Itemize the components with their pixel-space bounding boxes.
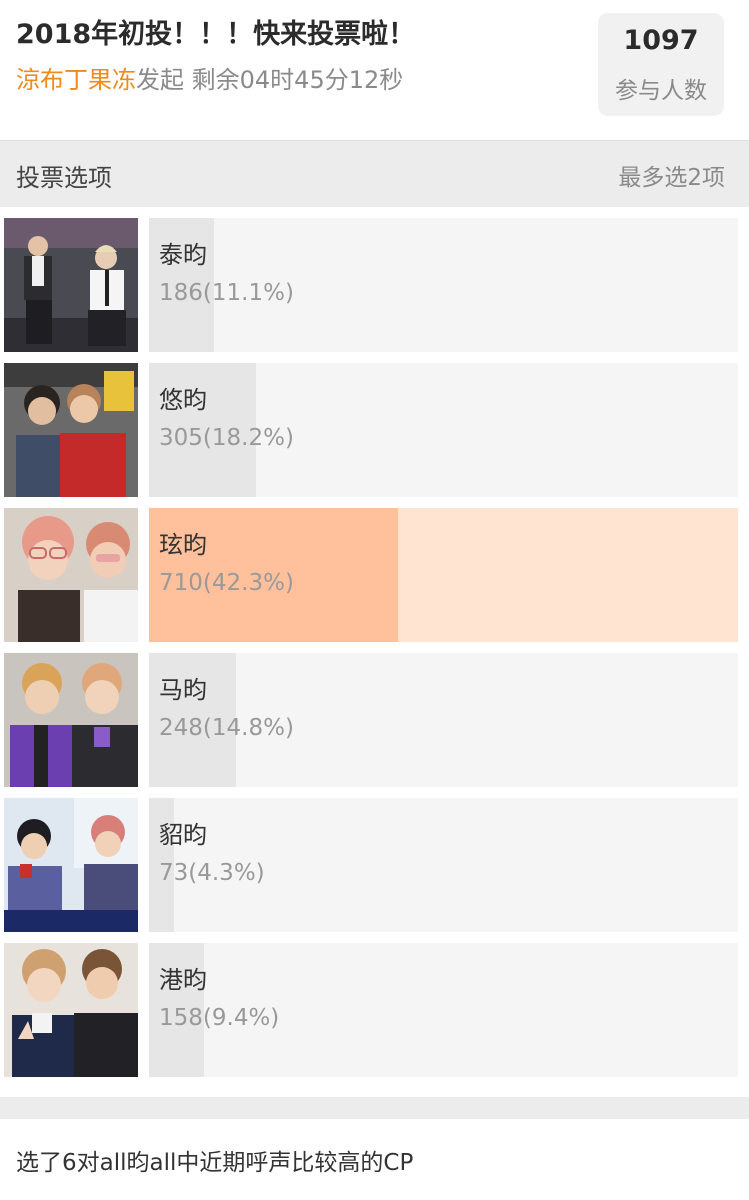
selection-limit: 最多选2项 xyxy=(618,165,725,191)
option-photo xyxy=(4,653,138,787)
option-photo xyxy=(4,363,138,497)
option-bar-track: 悠昀 305(18.2%) xyxy=(149,363,738,497)
option-bar-track: 马昀 248(14.8%) xyxy=(149,653,738,787)
poll-option[interactable]: 港昀 158(9.4%) xyxy=(0,932,749,1077)
option-votes: 248(14.8%) xyxy=(159,715,294,741)
option-bar-track: 港昀 158(9.4%) xyxy=(149,943,738,1077)
options-section-title: 投票选项 xyxy=(16,164,112,192)
option-label: 泰昀 xyxy=(159,241,207,269)
poll-header: 2018年初投！！！快来投票啦！ 涼布丁果冻发起 剩余04时45分12秒 109… xyxy=(0,0,749,141)
poll-option[interactable]: 悠昀 305(18.2%) xyxy=(0,352,749,497)
poll-description: 选了6对all昀all中近期呼声比较高的CP xyxy=(0,1119,749,1200)
option-label: 玹昀 xyxy=(159,531,207,559)
poll-title: 2018年初投！！！快来投票啦！ xyxy=(16,19,416,50)
option-label: 貂昀 xyxy=(159,821,207,849)
time-left: 剩余04时45分12秒 xyxy=(191,66,404,94)
option-votes: 305(18.2%) xyxy=(159,425,294,451)
option-photo xyxy=(4,943,138,1077)
participants-label: 参与人数 xyxy=(615,78,707,104)
option-label: 马昀 xyxy=(159,676,207,704)
option-photo xyxy=(4,798,138,932)
poll-page: 2018年初投！！！快来投票啦！ 涼布丁果冻发起 剩余04时45分12秒 109… xyxy=(0,0,749,1200)
option-bar-track: 貂昀 73(4.3%) xyxy=(149,798,738,932)
options-section-bar: 投票选项 最多选2项 xyxy=(0,141,749,207)
poll-option[interactable]: 玹昀 710(42.3%) xyxy=(0,497,749,642)
option-photo xyxy=(4,508,138,642)
poll-option[interactable]: 貂昀 73(4.3%) xyxy=(0,787,749,932)
option-photo xyxy=(4,218,138,352)
participants-box: 1097 参与人数 xyxy=(598,13,724,116)
option-votes: 158(9.4%) xyxy=(159,1005,280,1031)
poll-option[interactable]: 泰昀 186(11.1%) xyxy=(0,207,749,352)
option-votes: 186(11.1%) xyxy=(159,280,294,306)
option-label: 港昀 xyxy=(159,966,207,994)
participants-count: 1097 xyxy=(623,25,699,56)
poll-meta: 涼布丁果冻发起 剩余04时45分12秒 xyxy=(16,60,403,95)
poll-description-text: 选了6对all昀all中近期呼声比较高的CP xyxy=(16,1150,414,1176)
option-label: 悠昀 xyxy=(159,386,207,414)
option-votes: 710(42.3%) xyxy=(159,570,294,596)
initiated-label: 发起 xyxy=(136,66,184,94)
poll-option[interactable]: 马昀 248(14.8%) xyxy=(0,642,749,787)
footer-divider xyxy=(0,1097,749,1119)
option-bar-track: 泰昀 186(11.1%) xyxy=(149,218,738,352)
options-list: 泰昀 186(11.1%) 悠昀 305(18.2%) 玹昀 710(42.3%… xyxy=(0,207,749,1097)
author-link[interactable]: 涼布丁果冻 xyxy=(16,66,136,94)
option-bar-track: 玹昀 710(42.3%) xyxy=(149,508,738,642)
option-votes: 73(4.3%) xyxy=(159,860,265,886)
